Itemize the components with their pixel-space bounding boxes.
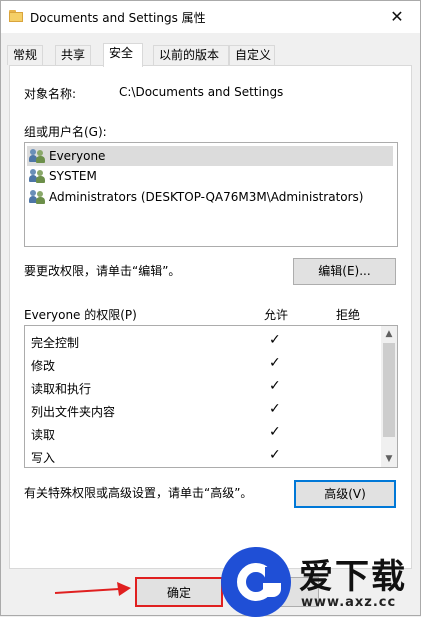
permission-name: 修改 [31,359,56,373]
permission-row-full-control: 完全控制 ✓ [25,330,380,353]
permission-row-write: 写入 ✓ [25,445,380,467]
permission-row-read-execute: 读取和执行 ✓ [25,376,380,399]
list-item-everyone[interactable]: Everyone [27,146,393,166]
groups-label: 组或用户名(G): [24,125,107,139]
allow-check-icon: ✓ [269,355,281,371]
user-name: Administrators (DESKTOP-QA76M3M\Administ… [49,190,364,204]
permission-name: 写入 [31,451,56,465]
tab-customize[interactable]: 自定义 [229,45,275,65]
properties-window: Documents and Settings 属性 ✕ 常规 共享 安全 以前的… [0,0,421,617]
list-item-system[interactable]: SYSTEM [29,166,97,186]
user-name: Everyone [49,149,106,163]
advanced-button[interactable]: 高级(V) [294,480,396,508]
permissions-title: Everyone 的权限(P) [24,308,137,322]
scroll-up-icon[interactable]: ▲ [381,326,397,342]
watermark: 爱下载 www.axz.cc [221,547,421,617]
security-panel: 对象名称: C:\Documents and Settings 组或用户名(G)… [9,65,412,569]
watermark-url: www.axz.cc [301,595,397,610]
permissions-scrollbar[interactable]: ▲ ▼ [381,326,397,467]
users-icon [29,169,47,183]
permission-row-read: 读取 ✓ [25,422,380,445]
allow-column-header: 允许 [264,308,289,322]
allow-check-icon: ✓ [269,424,281,440]
list-item-administrators[interactable]: Administrators (DESKTOP-QA76M3M\Administ… [29,187,364,207]
permission-name: 列出文件夹内容 [31,405,116,419]
deny-column-header: 拒绝 [336,308,361,322]
scroll-thumb[interactable] [383,343,395,437]
arrow-annotation-icon [54,582,131,596]
edit-hint-text: 要更改权限，请单击“编辑”。 [24,264,181,278]
permission-name: 读取 [31,428,56,442]
watermark-logo-icon [221,547,291,617]
permissions-list: 完全控制 ✓ 修改 ✓ 读取和执行 ✓ 列出文件夹内容 ✓ 读取 ✓ 写入 ✓ … [24,325,398,468]
tab-security[interactable]: 安全 [103,43,143,67]
user-name: SYSTEM [49,169,97,183]
permission-row-modify: 修改 ✓ [25,353,380,376]
allow-check-icon: ✓ [269,401,281,417]
permission-name: 完全控制 [31,336,80,350]
watermark-brand: 爱下载 [299,557,407,597]
edit-button[interactable]: 编辑(E)... [293,258,396,285]
allow-check-icon: ✓ [269,332,281,348]
ok-button[interactable]: 确定 [135,577,223,607]
permission-name: 读取和执行 [31,382,92,396]
allow-check-icon: ✓ [269,378,281,394]
allow-check-icon: ✓ [269,447,281,463]
users-icon [29,190,47,204]
title-bar[interactable]: Documents and Settings 属性 ✕ [1,1,420,33]
window-title: Documents and Settings 属性 [30,11,206,25]
users-icon [29,149,47,163]
scroll-down-icon[interactable]: ▼ [381,451,397,467]
users-listbox[interactable]: Everyone SYSTEM Administrators (DESKTOP-… [24,142,398,247]
close-icon[interactable]: ✕ [374,1,420,33]
permission-row-list-folder: 列出文件夹内容 ✓ [25,399,380,422]
tab-sharing[interactable]: 共享 [55,45,91,65]
object-name-value: C:\Documents and Settings [119,85,284,99]
advanced-hint-text: 有关特殊权限或高级设置，请单击“高级”。 [24,486,253,500]
tab-previous-versions[interactable]: 以前的版本 [153,45,229,65]
object-name-label: 对象名称: [24,87,77,101]
folder-icon [9,10,23,22]
tab-general[interactable]: 常规 [7,45,43,65]
